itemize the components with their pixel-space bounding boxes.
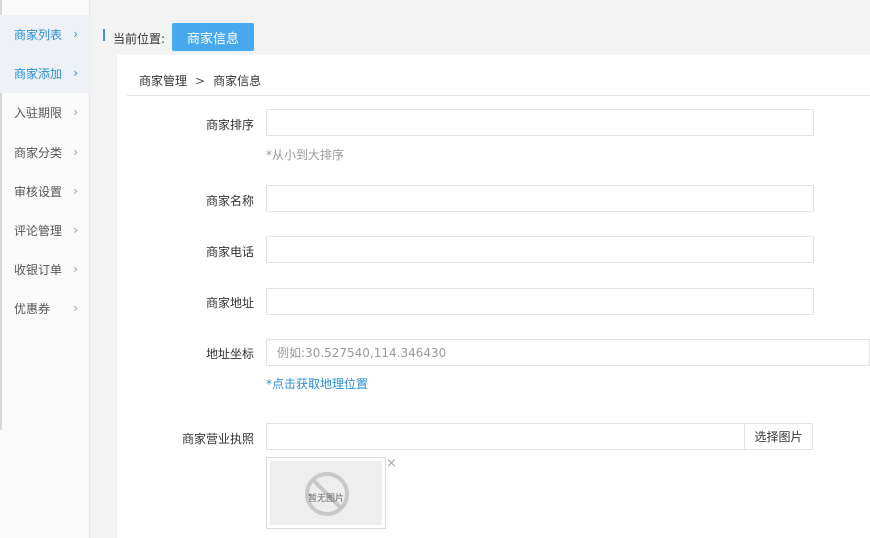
chevron-right-icon: › xyxy=(73,105,78,119)
breadcrumb-current: 商家信息 xyxy=(213,74,262,88)
sidebar-item-label: 商家添加 xyxy=(14,67,63,81)
sidebar-item-label: 商家列表 xyxy=(14,28,63,42)
sidebar-item-review-settings[interactable]: 审核设置 › xyxy=(0,172,90,211)
breadcrumb-separator: > xyxy=(195,74,206,88)
phone-input[interactable] xyxy=(266,236,814,263)
image-placeholder: 暂无图片 xyxy=(270,461,382,525)
sidebar-item-comment-management[interactable]: 评论管理 › xyxy=(0,211,90,250)
sidebar-item-label: 评论管理 xyxy=(14,224,63,238)
name-label: 商家名称 xyxy=(205,194,254,208)
chevron-right-icon: › xyxy=(73,262,78,276)
sidebar-item-label: 收银订单 xyxy=(14,263,63,277)
chevron-right-icon: › xyxy=(73,301,78,315)
sidebar-item-coupons[interactable]: 优惠券 › xyxy=(0,289,90,328)
address-input[interactable] xyxy=(266,288,814,315)
choose-image-button[interactable]: 选择图片 xyxy=(744,423,813,450)
location-bar: 当前位置: 商家信息 xyxy=(90,0,870,55)
chevron-right-icon: › xyxy=(73,27,78,41)
sidebar-item-label: 商家分类 xyxy=(14,146,63,160)
chevron-right-icon: › xyxy=(73,223,78,237)
location-marker xyxy=(103,29,105,41)
license-label: 商家营业执照 xyxy=(181,432,254,446)
sidebar-item-label: 审核设置 xyxy=(14,185,63,199)
coords-input[interactable] xyxy=(266,339,870,366)
sidebar-item-merchant-list[interactable]: 商家列表 › xyxy=(0,15,90,54)
sidebar-item-label: 入驻期限 xyxy=(14,106,63,120)
current-page-tab[interactable]: 商家信息 xyxy=(172,23,254,51)
name-input[interactable] xyxy=(266,185,814,212)
license-path-input[interactable] xyxy=(266,423,745,450)
breadcrumb-parent[interactable]: 商家管理 xyxy=(139,74,187,88)
chevron-right-icon: › xyxy=(73,184,78,198)
breadcrumb: 商家管理 > 商家信息 xyxy=(139,72,261,89)
license-image-preview: 暂无图片 xyxy=(266,457,386,529)
get-location-link[interactable]: *点击获取地理位置 xyxy=(266,375,368,392)
chevron-right-icon: › xyxy=(73,145,78,159)
sidebar: 商家列表 › 商家添加 › 入驻期限 › 商家分类 › 审核设置 › 评论管理 … xyxy=(0,0,90,538)
divider xyxy=(127,95,870,96)
sort-hint: *从小到大排序 xyxy=(266,148,345,162)
sort-label: 商家排序 xyxy=(205,118,254,132)
sidebar-item-label: 优惠券 xyxy=(14,302,51,316)
no-image-text: 暂无图片 xyxy=(307,494,344,504)
location-label: 当前位置: xyxy=(113,32,166,46)
sidebar-item-merchant-add[interactable]: 商家添加 › xyxy=(0,54,90,93)
form-panel: 商家管理 > 商家信息 商家排序 *从小到大排序 商家名称 商家电话 商家地址 地址… xyxy=(117,55,870,538)
phone-label: 商家电话 xyxy=(205,245,254,259)
address-label: 商家地址 xyxy=(205,296,254,310)
sidebar-item-merchant-category[interactable]: 商家分类 › xyxy=(0,133,90,172)
sidebar-item-entry-period[interactable]: 入驻期限 › xyxy=(0,93,90,132)
coords-label: 地址坐标 xyxy=(205,347,254,361)
remove-image-icon[interactable]: × xyxy=(386,457,397,470)
sort-input[interactable] xyxy=(266,109,814,136)
chevron-right-icon: › xyxy=(73,66,78,80)
sidebar-item-cashier-orders[interactable]: 收银订单 › xyxy=(0,250,90,289)
